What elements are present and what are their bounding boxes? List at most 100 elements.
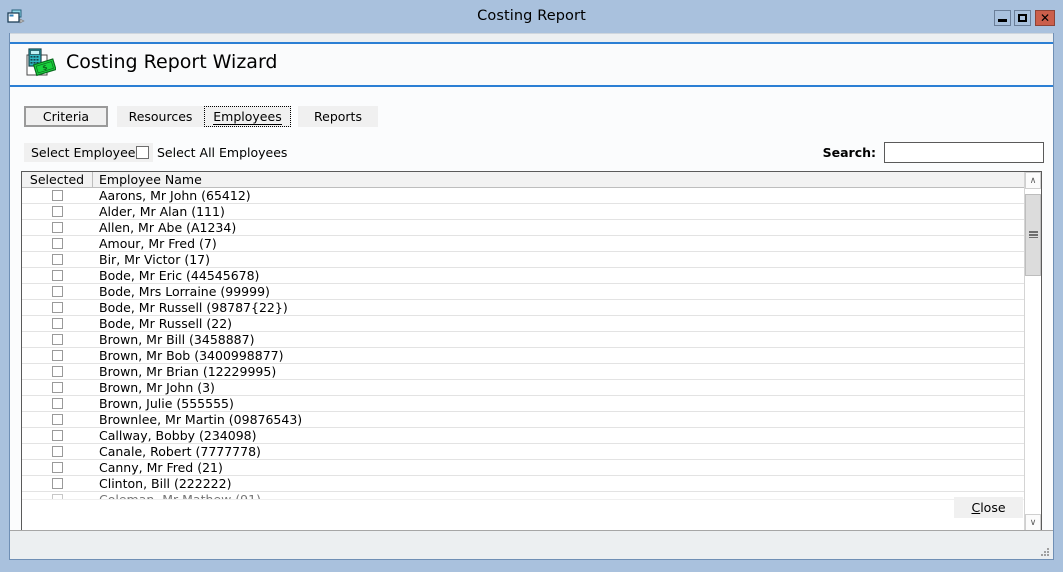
employee-name-cell: Allen, Mr Abe (A1234) bbox=[99, 220, 237, 235]
tab-employees[interactable]: Employees bbox=[204, 106, 291, 127]
row-selected-cell[interactable] bbox=[22, 316, 93, 331]
scroll-up-arrow-icon[interactable]: ∧ bbox=[1025, 172, 1041, 189]
table-row[interactable]: Brown, Mr Brian (12229995) bbox=[22, 364, 1025, 380]
row-checkbox[interactable] bbox=[52, 430, 63, 441]
select-all-checkbox[interactable] bbox=[136, 146, 149, 159]
employee-name-cell: Bode, Mrs Lorraine (99999) bbox=[99, 284, 270, 299]
row-selected-cell[interactable] bbox=[22, 412, 93, 427]
row-checkbox[interactable] bbox=[52, 238, 63, 249]
close-icon: ✕ bbox=[1039, 11, 1051, 25]
row-selected-cell[interactable] bbox=[22, 444, 93, 459]
row-checkbox[interactable] bbox=[52, 494, 63, 499]
table-row[interactable]: Canale, Robert (7777778) bbox=[22, 444, 1025, 460]
row-checkbox[interactable] bbox=[52, 350, 63, 361]
grid-vertical-scrollbar[interactable]: ∧ ∨ bbox=[1024, 172, 1041, 531]
table-row[interactable]: Allen, Mr Abe (A1234) bbox=[22, 220, 1025, 236]
table-row[interactable]: Canny, Mr Fred (21) bbox=[22, 460, 1025, 476]
row-checkbox[interactable] bbox=[52, 254, 63, 265]
table-row[interactable]: Coleman, Mr Mathew (91) bbox=[22, 492, 1025, 500]
row-selected-cell[interactable] bbox=[22, 252, 93, 267]
table-row[interactable]: Clinton, Bill (222222) bbox=[22, 476, 1025, 492]
resize-grip-icon[interactable] bbox=[1037, 544, 1050, 557]
row-selected-cell[interactable] bbox=[22, 396, 93, 411]
row-selected-cell[interactable] bbox=[22, 220, 93, 235]
row-selected-cell[interactable] bbox=[22, 492, 93, 499]
row-selected-cell[interactable] bbox=[22, 332, 93, 347]
row-selected-cell[interactable] bbox=[22, 476, 93, 491]
row-selected-cell[interactable] bbox=[22, 188, 93, 203]
scrollbar-thumb[interactable] bbox=[1025, 194, 1041, 276]
row-checkbox[interactable] bbox=[52, 382, 63, 393]
window-title: Costing Report bbox=[477, 8, 586, 24]
employee-name-cell: Alder, Mr Alan (111) bbox=[99, 204, 225, 219]
row-checkbox[interactable] bbox=[52, 446, 63, 457]
tab-employees-label: Employees bbox=[213, 108, 282, 125]
table-row[interactable]: Brown, Mr John (3) bbox=[22, 380, 1025, 396]
row-checkbox[interactable] bbox=[52, 222, 63, 233]
row-checkbox[interactable] bbox=[52, 478, 63, 489]
scroll-down-arrow-icon[interactable]: ∨ bbox=[1025, 514, 1041, 531]
row-checkbox[interactable] bbox=[52, 286, 63, 297]
row-selected-cell[interactable] bbox=[22, 460, 93, 475]
employee-name-cell: Callway, Bobby (234098) bbox=[99, 428, 257, 443]
column-header-employee-name[interactable]: Employee Name bbox=[94, 172, 202, 187]
table-row[interactable]: Bode, Mr Russell (22) bbox=[22, 316, 1025, 332]
table-row[interactable]: Bode, Mrs Lorraine (99999) bbox=[22, 284, 1025, 300]
table-row[interactable]: Bode, Mr Russell (98787{22}) bbox=[22, 300, 1025, 316]
row-selected-cell[interactable] bbox=[22, 364, 93, 379]
close-window-button[interactable]: ✕ bbox=[1035, 10, 1055, 26]
column-header-selected[interactable]: Selected bbox=[22, 172, 93, 187]
employee-name-cell: Coleman, Mr Mathew (91) bbox=[99, 492, 261, 500]
table-row[interactable]: Brown, Mr Bob (3400998877) bbox=[22, 348, 1025, 364]
row-checkbox[interactable] bbox=[52, 302, 63, 313]
row-checkbox[interactable] bbox=[52, 366, 63, 377]
table-row[interactable]: Aarons, Mr John (65412) bbox=[22, 188, 1025, 204]
minimize-button[interactable] bbox=[994, 10, 1011, 26]
wizard-header: $ Costing Report Wizard bbox=[10, 33, 1053, 87]
chevron-down-icon: ∨ bbox=[1029, 517, 1037, 528]
row-selected-cell[interactable] bbox=[22, 348, 93, 363]
scrollbar-grip-icon bbox=[1029, 231, 1038, 238]
employee-name-cell: Bir, Mr Victor (17) bbox=[99, 252, 210, 267]
row-selected-cell[interactable] bbox=[22, 284, 93, 299]
employee-name-cell: Aarons, Mr John (65412) bbox=[99, 188, 251, 203]
grid-body: Aarons, Mr John (65412) Alder, Mr Alan (1… bbox=[22, 188, 1025, 531]
tab-criteria[interactable]: Criteria bbox=[24, 106, 108, 127]
table-row[interactable]: Brown, Mr Bill (3458887) bbox=[22, 332, 1025, 348]
tab-reports[interactable]: Reports bbox=[298, 106, 378, 127]
employee-name-cell: Brown, Mr Bill (3458887) bbox=[99, 332, 255, 347]
maximize-button[interactable] bbox=[1014, 10, 1031, 26]
costing-report-window: Costing Report ✕ $ Costing Report Wizard… bbox=[0, 0, 1063, 572]
search-input[interactable] bbox=[884, 142, 1044, 163]
close-button-accel: C bbox=[971, 500, 981, 515]
table-row[interactable]: Bir, Mr Victor (17) bbox=[22, 252, 1025, 268]
table-row[interactable]: Callway, Bobby (234098) bbox=[22, 428, 1025, 444]
employee-name-cell: Bode, Mr Eric (44545678) bbox=[99, 268, 260, 283]
employee-name-cell: Clinton, Bill (222222) bbox=[99, 476, 232, 491]
tab-resources-label: Resources bbox=[128, 109, 193, 124]
table-row[interactable]: Bode, Mr Eric (44545678) bbox=[22, 268, 1025, 284]
row-checkbox[interactable] bbox=[52, 414, 63, 425]
row-checkbox[interactable] bbox=[52, 398, 63, 409]
tab-resources[interactable]: Resources bbox=[117, 106, 204, 127]
tab-criteria-label: Criteria bbox=[42, 109, 90, 124]
maximize-icon bbox=[1018, 14, 1027, 22]
table-row[interactable]: Alder, Mr Alan (111) bbox=[22, 204, 1025, 220]
row-selected-cell[interactable] bbox=[22, 300, 93, 315]
close-button[interactable]: Close bbox=[954, 497, 1023, 518]
row-selected-cell[interactable] bbox=[22, 268, 93, 283]
row-selected-cell[interactable] bbox=[22, 204, 93, 219]
row-checkbox[interactable] bbox=[52, 270, 63, 281]
row-selected-cell[interactable] bbox=[22, 380, 93, 395]
row-selected-cell[interactable] bbox=[22, 236, 93, 251]
row-checkbox[interactable] bbox=[52, 190, 63, 201]
row-checkbox[interactable] bbox=[52, 318, 63, 329]
row-checkbox[interactable] bbox=[52, 334, 63, 345]
row-checkbox[interactable] bbox=[52, 206, 63, 217]
table-row[interactable]: Brownlee, Mr Martin (09876543) bbox=[22, 412, 1025, 428]
table-row[interactable]: Amour, Mr Fred (7) bbox=[22, 236, 1025, 252]
row-checkbox[interactable] bbox=[52, 462, 63, 473]
row-selected-cell[interactable] bbox=[22, 428, 93, 443]
select-all-employees-row[interactable]: Select All Employees bbox=[136, 143, 287, 162]
table-row[interactable]: Brown, Julie (555555) bbox=[22, 396, 1025, 412]
